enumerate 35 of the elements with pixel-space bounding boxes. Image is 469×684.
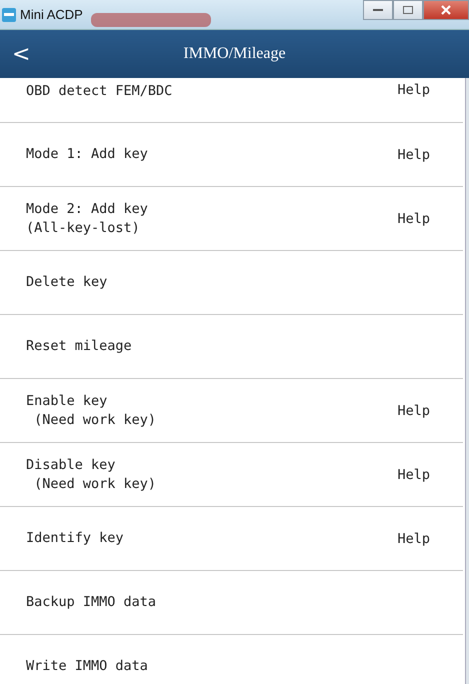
help-link[interactable]: Help [397,146,430,162]
window-title: Mini ACDP [20,7,83,22]
menu-item[interactable]: Reset mileage [0,315,463,379]
menu-item[interactable]: Delete key [0,251,463,315]
item-label: OBD detect FEM/BDC [26,82,172,101]
item-label: Reset mileage [26,337,132,356]
menu-item[interactable]: Mode 2: Add key (All-key-lost) Help [0,187,463,251]
help-link[interactable]: Help [397,402,430,418]
item-label: Disable key (Need work key) [26,456,156,494]
menu-item[interactable]: Disable key (Need work key) Help [0,443,463,507]
menu-item[interactable]: Write IMMO data [0,635,463,684]
item-label: Identify key [26,529,124,548]
menu-item[interactable]: Mode 1: Add key Help [0,123,463,187]
item-label: Enable key (Need work key) [26,392,156,430]
minimize-button[interactable] [363,0,393,20]
close-button[interactable] [423,0,469,20]
menu-item[interactable]: Enable key (Need work key) Help [0,379,463,443]
item-label: Write IMMO data [26,657,148,676]
help-link[interactable]: Help [397,82,430,98]
page-title: IMMO/Mileage [183,45,286,63]
maximize-button[interactable] [393,0,423,20]
menu-item[interactable]: Backup IMMO data [0,571,463,635]
item-label: Backup IMMO data [26,593,156,612]
help-link[interactable]: Help [397,466,430,482]
item-label: Mode 1: Add key [26,145,148,164]
item-label: Delete key [26,273,108,292]
menu-item[interactable]: OBD detect FEM/BDC Help [0,78,463,123]
menu-item[interactable]: Identify key Help [0,507,463,571]
help-link[interactable]: Help [397,210,430,226]
back-button[interactable]: < [12,42,30,66]
app-icon [2,8,16,22]
help-link[interactable]: Help [397,530,430,546]
item-label: Mode 2: Add key (All-key-lost) [26,200,148,238]
close-icon [440,4,452,16]
maximize-icon [402,5,414,15]
